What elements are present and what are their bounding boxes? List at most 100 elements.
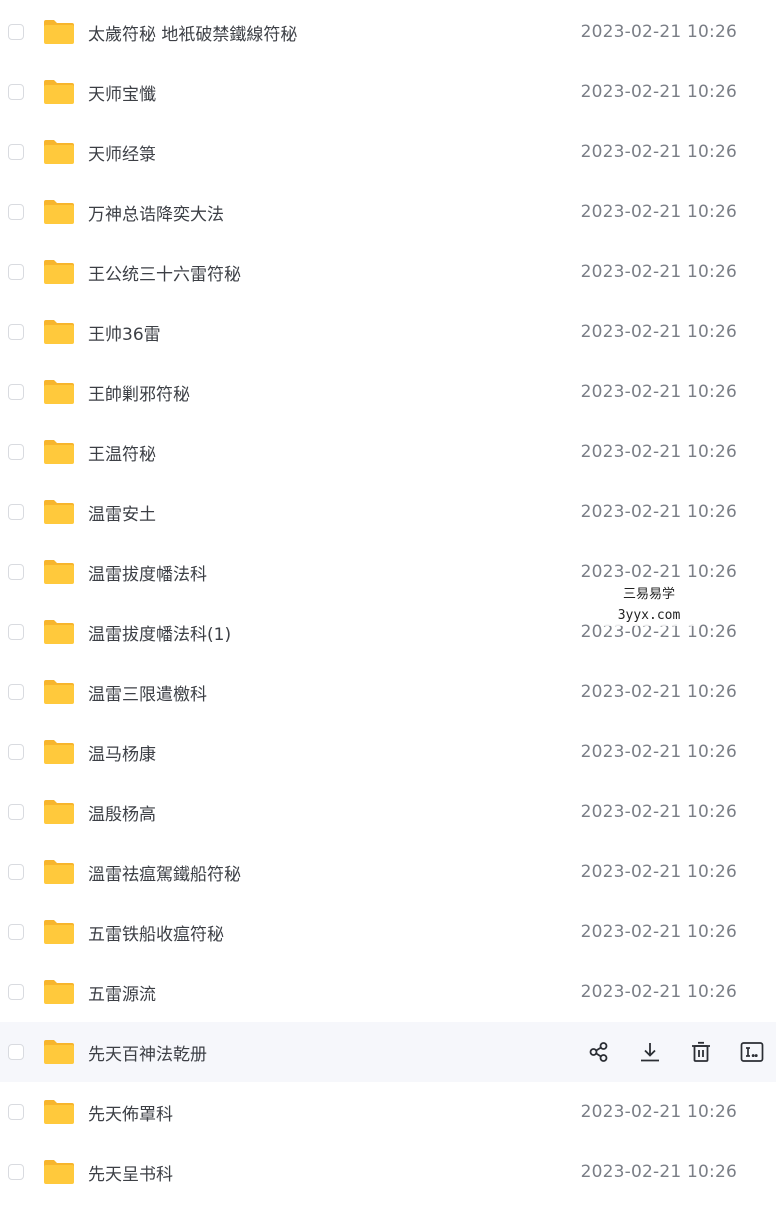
folder-icon: [42, 499, 76, 525]
row-checkbox[interactable]: [8, 1044, 24, 1060]
row-checkbox[interactable]: [8, 984, 24, 1000]
file-row[interactable]: 先天呈书科 2023-02-21 10:26: [0, 1142, 776, 1202]
folder-icon: [42, 679, 76, 705]
file-row[interactable]: 温马杨康 2023-02-21 10:26: [0, 722, 776, 782]
watermark-line-2: 3yyx.com: [617, 608, 681, 623]
file-name[interactable]: 王帅36雷: [88, 320, 161, 345]
modified-date: 2023-02-21 10:26: [580, 802, 737, 822]
file-name[interactable]: 先天佈罩科: [88, 1100, 173, 1125]
modified-date: 2023-02-21 10:26: [580, 442, 737, 462]
file-row[interactable]: 溫雷祛瘟駕鐵船符秘 2023-02-21 10:26: [0, 842, 776, 902]
folder-icon: [42, 79, 76, 105]
file-row[interactable]: 万神总诰降奕大法 2023-02-21 10:26: [0, 182, 776, 242]
file-row[interactable]: 温殷杨高 2023-02-21 10:26: [0, 782, 776, 842]
file-name[interactable]: 天师宝懺: [88, 80, 156, 105]
file-name[interactable]: 五雷铁船收瘟符秘: [88, 920, 224, 945]
folder-icon: [42, 259, 76, 285]
row-checkbox[interactable]: [8, 1104, 24, 1120]
modified-date: 2023-02-21 10:26: [580, 322, 737, 342]
folder-icon: [42, 139, 76, 165]
modified-date: 2023-02-21 10:26: [580, 862, 737, 882]
row-checkbox[interactable]: [8, 924, 24, 940]
folder-icon: [42, 919, 76, 945]
file-name[interactable]: 先天百神法乾册: [88, 1040, 207, 1065]
file-name[interactable]: 王温符秘: [88, 440, 156, 465]
modified-date: 2023-02-21 10:26: [580, 742, 737, 762]
file-name[interactable]: 王帥剿邪符秘: [88, 380, 190, 405]
rename-icon[interactable]: [740, 1040, 764, 1064]
modified-date: 2023-02-21 10:26: [580, 142, 737, 162]
folder-icon: [42, 859, 76, 885]
file-name[interactable]: 先天呈书科: [88, 1160, 173, 1185]
watermark: 三易易学 3yyx.com: [603, 584, 695, 626]
file-name[interactable]: 温雷安土: [88, 500, 156, 525]
file-name[interactable]: 温雷三限遣檄科: [88, 680, 207, 705]
modified-date: 2023-02-21 10:26: [580, 922, 737, 942]
row-checkbox[interactable]: [8, 1164, 24, 1180]
file-row[interactable]: 温雷三限遣檄科 2023-02-21 10:26: [0, 662, 776, 722]
download-icon[interactable]: [638, 1040, 662, 1064]
folder-icon: [42, 799, 76, 825]
row-checkbox[interactable]: [8, 684, 24, 700]
file-row[interactable]: 天师宝懺 2023-02-21 10:26: [0, 62, 776, 122]
modified-date: 2023-02-21 10:26: [580, 262, 737, 282]
row-checkbox[interactable]: [8, 804, 24, 820]
file-name[interactable]: 王公统三十六雷符秘: [88, 260, 241, 285]
modified-date: 2023-02-21 10:26: [580, 382, 737, 402]
folder-icon: [42, 619, 76, 645]
folder-icon: [42, 739, 76, 765]
row-checkbox[interactable]: [8, 564, 24, 580]
file-name[interactable]: 温雷拔度幡法科(1): [88, 620, 231, 645]
watermark-line-1: 三易易学: [622, 587, 675, 602]
file-name[interactable]: 太歲符秘 地衹破禁鐵線符秘: [88, 20, 297, 45]
delete-icon[interactable]: [689, 1040, 713, 1064]
modified-date: 2023-02-21 10:26: [580, 202, 737, 222]
file-name[interactable]: 温殷杨高: [88, 800, 156, 825]
modified-date: 2023-02-21 10:26: [580, 562, 737, 582]
row-checkbox[interactable]: [8, 444, 24, 460]
file-name[interactable]: 五雷源流: [88, 980, 156, 1005]
file-name[interactable]: 天师经箓: [88, 140, 156, 165]
row-checkbox[interactable]: [8, 144, 24, 160]
row-checkbox[interactable]: [8, 624, 24, 640]
folder-icon: [42, 319, 76, 345]
file-row[interactable]: 王温符秘 2023-02-21 10:26: [0, 422, 776, 482]
row-checkbox[interactable]: [8, 384, 24, 400]
file-row[interactable]: 王公统三十六雷符秘 2023-02-21 10:26: [0, 242, 776, 302]
row-actions: [587, 1040, 764, 1064]
file-row[interactable]: 太歲符秘 地衹破禁鐵線符秘 2023-02-21 10:26: [0, 2, 776, 62]
file-row[interactable]: 王帥剿邪符秘 2023-02-21 10:26: [0, 362, 776, 422]
row-checkbox[interactable]: [8, 324, 24, 340]
file-row[interactable]: 温雷安土 2023-02-21 10:26: [0, 482, 776, 542]
modified-date: 2023-02-21 10:26: [580, 502, 737, 522]
modified-date: 2023-02-21 10:26: [580, 22, 737, 42]
share-icon[interactable]: [587, 1040, 611, 1064]
row-checkbox[interactable]: [8, 204, 24, 220]
row-checkbox[interactable]: [8, 504, 24, 520]
row-checkbox[interactable]: [8, 864, 24, 880]
file-row[interactable]: 先天佈罩科 2023-02-21 10:26: [0, 1082, 776, 1142]
folder-icon: [42, 559, 76, 585]
file-row[interactable]: 天师经箓 2023-02-21 10:26: [0, 122, 776, 182]
file-row[interactable]: 五雷源流 2023-02-21 10:26: [0, 962, 776, 1022]
folder-icon: [42, 1039, 76, 1065]
file-row[interactable]: 王帅36雷 2023-02-21 10:26: [0, 302, 776, 362]
folder-icon: [42, 199, 76, 225]
folder-icon: [42, 1099, 76, 1125]
file-name[interactable]: 温雷拔度幡法科: [88, 560, 207, 585]
file-row[interactable]: 先天百神法乾册: [0, 1022, 776, 1082]
file-name[interactable]: 万神总诰降奕大法: [88, 200, 224, 225]
folder-icon: [42, 1159, 76, 1185]
row-checkbox[interactable]: [8, 264, 24, 280]
file-row[interactable]: 五雷铁船收瘟符秘 2023-02-21 10:26: [0, 902, 776, 962]
modified-date: 2023-02-21 10:26: [580, 1162, 737, 1182]
row-checkbox[interactable]: [8, 744, 24, 760]
folder-icon: [42, 439, 76, 465]
row-checkbox[interactable]: [8, 84, 24, 100]
modified-date: 2023-02-21 10:26: [580, 982, 737, 1002]
file-name[interactable]: 溫雷祛瘟駕鐵船符秘: [88, 860, 241, 885]
file-name[interactable]: 温马杨康: [88, 740, 156, 765]
row-checkbox[interactable]: [8, 24, 24, 40]
modified-date: 2023-02-21 10:26: [580, 682, 737, 702]
folder-icon: [42, 979, 76, 1005]
